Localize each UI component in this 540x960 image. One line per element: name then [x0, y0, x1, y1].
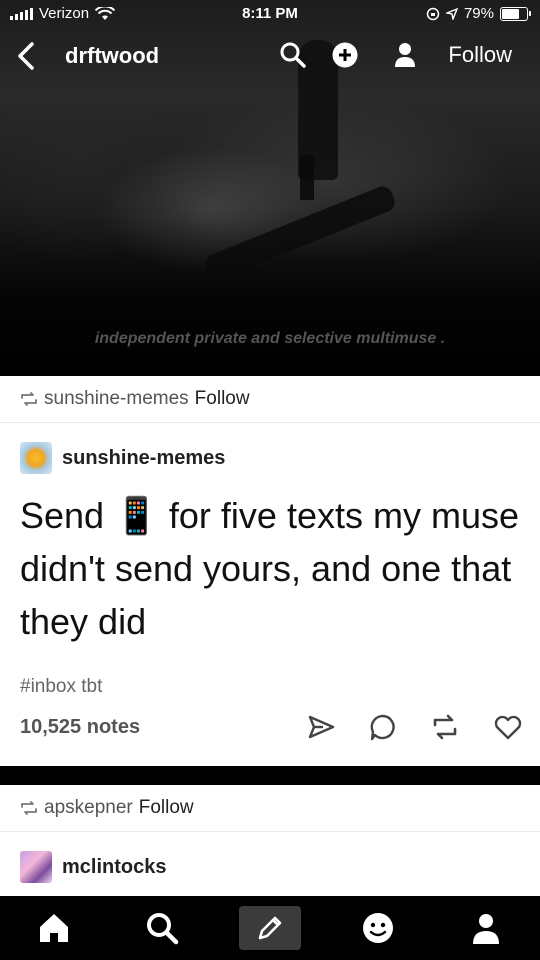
- account-icon[interactable]: [466, 908, 506, 948]
- post-card: apskepner Follow mclintocks: [0, 785, 540, 896]
- status-bar: Verizon 8:11 PM 79%: [0, 0, 540, 28]
- avatar[interactable]: [20, 442, 52, 474]
- reblog-icon: [21, 801, 37, 815]
- add-icon[interactable]: [330, 40, 360, 70]
- search-icon[interactable]: [278, 40, 308, 70]
- post-tags[interactable]: #inbox tbt: [0, 676, 540, 698]
- reblog-source[interactable]: apskepner: [44, 797, 133, 819]
- post-footer: 10,525 notes: [0, 698, 540, 758]
- post-card: sunshine-memes Follow sunshine-memes Sen…: [0, 376, 540, 766]
- blog-name[interactable]: drftwood: [65, 43, 159, 69]
- compose-button[interactable]: [239, 906, 301, 950]
- search-icon[interactable]: [142, 908, 182, 948]
- like-icon[interactable]: [493, 712, 523, 742]
- reblog-follow-button[interactable]: Follow: [195, 388, 250, 410]
- blog-tagline: independent private and selective multim…: [94, 330, 446, 347]
- reblog-icon[interactable]: [430, 712, 460, 742]
- share-icon[interactable]: [306, 712, 336, 742]
- status-right: 79%: [426, 5, 531, 22]
- reblog-follow-button[interactable]: Follow: [139, 797, 194, 819]
- battery-icon: [500, 6, 531, 21]
- location-icon: [445, 7, 458, 20]
- blog-nav-bar: drftwood Follow: [0, 34, 540, 78]
- home-icon[interactable]: [34, 908, 74, 948]
- activity-icon[interactable]: [358, 908, 398, 948]
- compose-icon: [258, 916, 282, 940]
- author-name[interactable]: sunshine-memes: [62, 447, 225, 470]
- notes-count[interactable]: 10,525 notes: [20, 716, 140, 739]
- post-author: sunshine-memes: [0, 423, 540, 493]
- battery-percent: 79%: [463, 5, 494, 22]
- reblog-header: sunshine-memes Follow: [0, 376, 540, 423]
- battery-fill: [502, 8, 520, 19]
- reblog-header: apskepner Follow: [0, 785, 540, 832]
- post-author: mclintocks: [0, 832, 540, 902]
- reblog-source[interactable]: sunshine-memes: [44, 388, 189, 410]
- header-figure-leg: [300, 155, 314, 200]
- rotation-lock-icon: [426, 7, 440, 20]
- reply-icon[interactable]: [368, 712, 398, 742]
- post-body: Send 📱 for five texts my muse didn't sen…: [20, 495, 519, 642]
- follow-button[interactable]: Follow: [448, 42, 512, 68]
- back-icon[interactable]: [12, 38, 40, 74]
- tab-bar: [0, 896, 540, 960]
- author-name[interactable]: mclintocks: [62, 856, 166, 879]
- reblog-icon: [21, 392, 37, 406]
- avatar[interactable]: [20, 851, 52, 883]
- person-icon[interactable]: [390, 40, 420, 70]
